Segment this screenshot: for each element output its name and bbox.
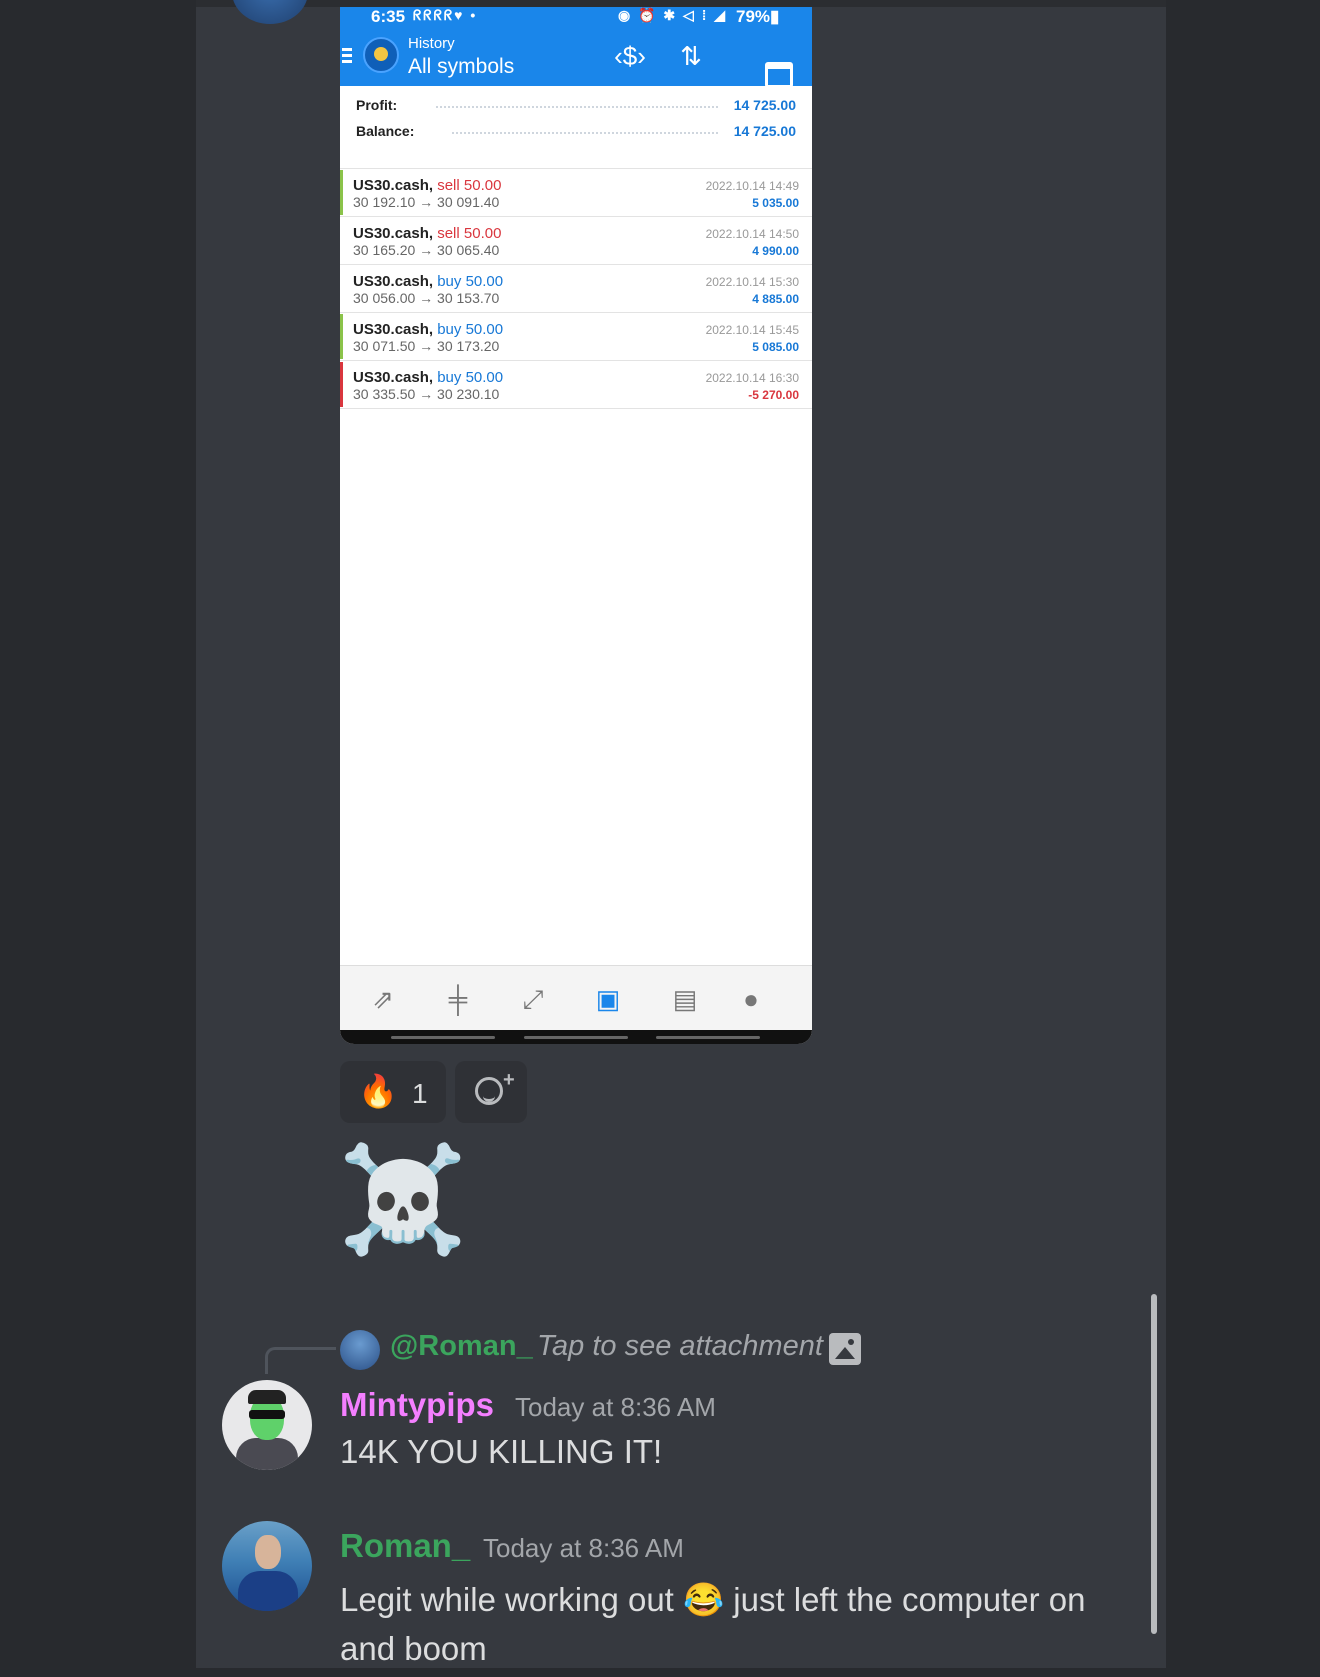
balance-value: 14 725.00 — [733, 123, 796, 139]
trade-side: sell 50.00 — [437, 177, 502, 194]
message-text: 14K YOU KILLING IT! — [340, 1433, 663, 1470]
history-inbox-icon[interactable]: ▣ — [588, 984, 628, 1016]
gesture-bar — [340, 1030, 812, 1044]
trade-profit: 5 035.00 — [752, 196, 799, 210]
trade-profit: 4 990.00 — [752, 244, 799, 258]
add-reaction-button[interactable]: + — [455, 1061, 527, 1123]
trade-prices: 30 335.50 → 30 230.10 — [353, 386, 500, 402]
trade-status-bar — [340, 314, 343, 359]
trade-profit: 5 085.00 — [752, 340, 799, 354]
reply-avatar[interactable] — [340, 1330, 380, 1370]
image-icon — [829, 1333, 861, 1365]
trade-row[interactable]: US30.cash, sell 50.00 30 165.20 → 30 065.… — [340, 216, 812, 264]
trade-row[interactable]: US30.cash, buy 50.00 30 056.00 → 30 153.7… — [340, 264, 812, 312]
trade-icon[interactable]: ⤢ — [513, 984, 553, 1016]
username[interactable]: Roman_ — [340, 1527, 470, 1565]
sort-icon[interactable]: ⇅ — [671, 41, 711, 72]
trade-symbol: US30.cash, buy 50.00 — [353, 321, 504, 338]
menu-icon[interactable] — [342, 48, 352, 64]
bottom-navigation: ⇗ ╪ ⤢ ▣ ▤ ● — [340, 965, 812, 1032]
app-subtitle: History — [408, 35, 455, 52]
trade-symbol: US30.cash, sell 50.00 — [353, 225, 502, 242]
trade-datetime: 2022.10.14 16:30 — [705, 371, 799, 385]
dotted-leader — [436, 106, 718, 108]
profit-row: Profit: 14 725.00 — [356, 94, 796, 116]
trade-row[interactable]: US30.cash, buy 50.00 30 335.50 → 30 230.1… — [340, 360, 812, 408]
avatar[interactable] — [222, 1380, 312, 1470]
username[interactable]: Mintypips — [340, 1386, 494, 1424]
trade-prices: 30 165.20 → 30 065.40 — [353, 242, 500, 258]
summary-panel: Profit: 14 725.00 Balance: 14 725.00 — [340, 86, 812, 168]
trade-side: buy 50.00 — [437, 369, 504, 386]
trade-prices: 30 056.00 → 30 153.70 — [353, 290, 500, 306]
timestamp: Today at 8:36 AM — [515, 1392, 716, 1422]
reaction-count: 1 — [412, 1078, 428, 1109]
trade-datetime: 2022.10.14 14:50 — [705, 227, 799, 241]
metatrader-logo-icon[interactable] — [363, 37, 399, 73]
timestamp: Today at 8:36 AM — [483, 1533, 684, 1563]
scrollbar[interactable] — [1151, 1294, 1157, 1634]
trade-status-bar — [340, 266, 343, 311]
trade-row[interactable]: US30.cash, buy 50.00 30 071.50 → 30 173.2… — [340, 312, 812, 360]
reply-username[interactable]: @Roman_ — [390, 1330, 533, 1363]
fire-emoji: 🔥 — [358, 1073, 398, 1109]
list-divider — [340, 408, 812, 409]
trade-status-bar — [340, 218, 343, 263]
profit-value: 14 725.00 — [733, 97, 796, 113]
news-icon[interactable]: ▤ — [665, 984, 705, 1016]
system-icons: ◉ ⏰ ✱ ◁ ⁞ ◢ — [618, 7, 728, 23]
chart-candles-icon[interactable]: ╪ — [438, 984, 478, 1016]
trade-side: buy 50.00 — [437, 273, 504, 290]
battery-level: 79%▮ — [736, 7, 780, 26]
notification-icons: ᖇᖇᖇᖇ♥ • — [413, 7, 478, 23]
profit-label: Profit: — [356, 97, 398, 113]
reaction-fire[interactable]: 🔥 1 — [340, 1061, 446, 1123]
trade-symbol: US30.cash, sell 50.00 — [353, 177, 502, 194]
skull-emoji-message[interactable]: ☠️ — [338, 1148, 468, 1252]
trade-status-bar — [340, 362, 343, 407]
trade-datetime: 2022.10.14 15:30 — [705, 275, 799, 289]
trade-datetime: 2022.10.14 15:45 — [705, 323, 799, 337]
add-reaction-icon — [475, 1077, 503, 1105]
balance-label: Balance: — [356, 123, 415, 139]
app-title[interactable]: All symbols — [408, 55, 514, 79]
trade-datetime: 2022.10.14 14:49 — [705, 179, 799, 193]
reply-preview[interactable]: Tap to see attachment — [537, 1330, 823, 1363]
currency-swap-icon[interactable]: ‹$› — [610, 41, 650, 72]
message-text: Legit while working out 😂 just left the … — [340, 1581, 1086, 1618]
trade-prices: 30 192.10 → 30 091.40 — [353, 194, 500, 210]
status-time: 6:35 — [371, 7, 406, 26]
quotes-icon[interactable]: ⇗ — [363, 984, 403, 1016]
reply-connector — [265, 1347, 336, 1374]
trade-side: sell 50.00 — [437, 225, 502, 242]
trade-symbol: US30.cash, buy 50.00 — [353, 273, 504, 290]
calendar-icon[interactable] — [765, 62, 793, 88]
trade-prices: 30 071.50 → 30 173.20 — [353, 338, 500, 354]
app-bar: History All symbols ‹$› ⇅ — [340, 29, 812, 88]
trade-profit: -5 270.00 — [748, 388, 799, 402]
trade-symbol: US30.cash, buy 50.00 — [353, 369, 504, 386]
top-divider — [196, 0, 1166, 7]
trades-list: US30.cash, sell 50.00 30 192.10 → 30 091.… — [340, 168, 812, 408]
trade-side: buy 50.00 — [437, 321, 504, 338]
trade-row[interactable]: US30.cash, sell 50.00 30 192.10 → 30 091.… — [340, 168, 812, 216]
dotted-leader — [452, 132, 718, 134]
avatar[interactable] — [222, 1521, 312, 1611]
message-text-continued: and boom — [340, 1630, 487, 1667]
status-bar: 6:35 ᖇᖇᖇᖇ♥ • ◉ ⏰ ✱ ◁ ⁞ ◢ 79%▮ — [340, 7, 812, 29]
screenshot-attachment[interactable]: 6:35 ᖇᖇᖇᖇ♥ • ◉ ⏰ ✱ ◁ ⁞ ◢ 79%▮ History Al… — [340, 7, 812, 1044]
messages-icon[interactable]: ● — [731, 984, 771, 1016]
balance-row: Balance: 14 725.00 — [356, 120, 796, 142]
trade-profit: 4 885.00 — [752, 292, 799, 306]
trade-status-bar — [340, 170, 343, 215]
